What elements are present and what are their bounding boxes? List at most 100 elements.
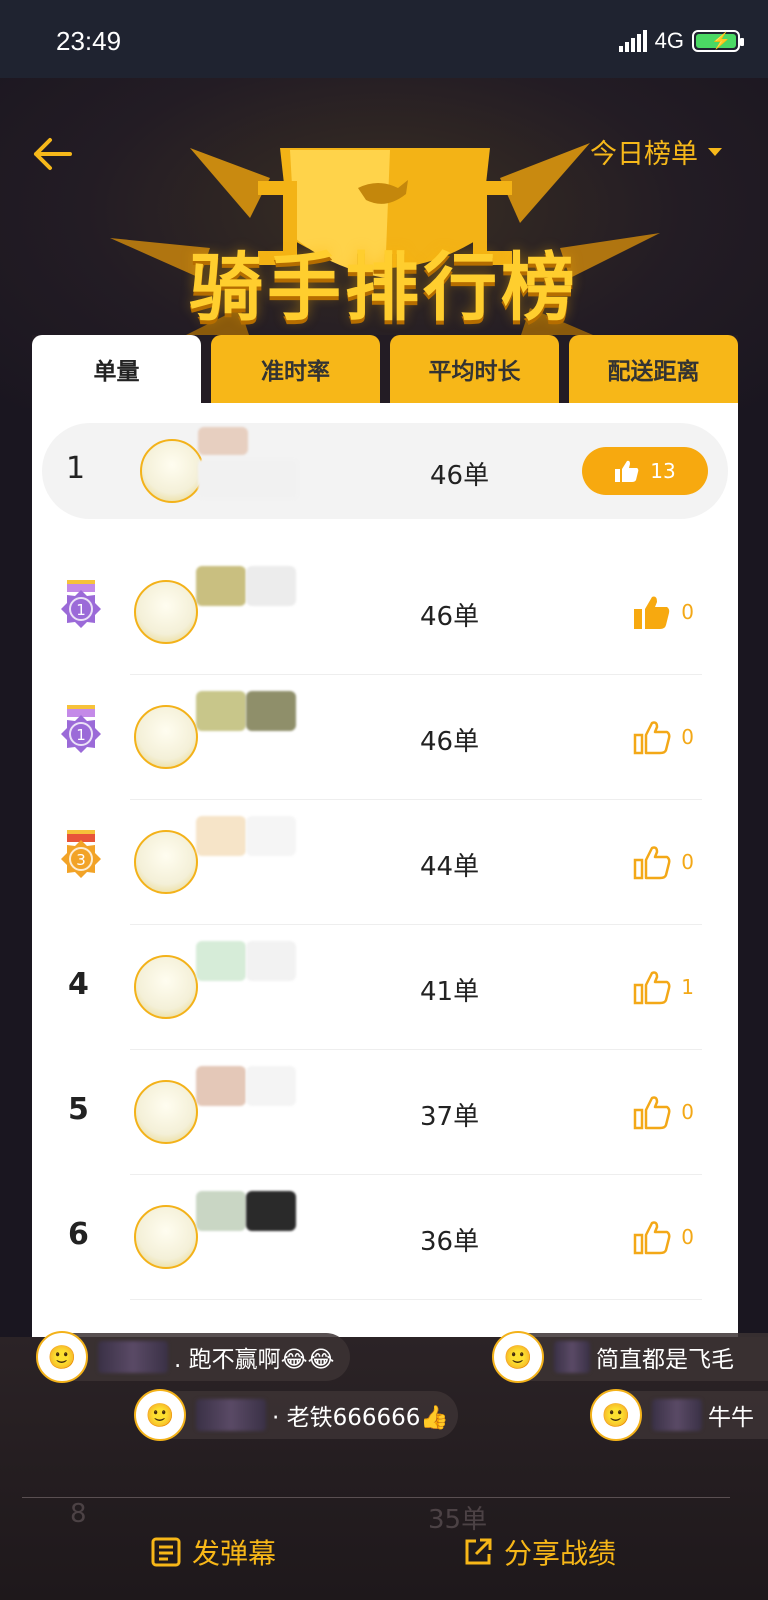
rider-name-blurred bbox=[196, 941, 246, 981]
leaderboard-row: 1 46单 0 bbox=[32, 675, 738, 800]
leaderboard-row: 4 41单 1 bbox=[32, 925, 738, 1050]
send-danmaku-button[interactable]: 发弹幕 bbox=[150, 1532, 276, 1572]
tab-orders[interactable]: 单量 bbox=[32, 335, 201, 403]
thumbs-up-outline-icon bbox=[634, 846, 671, 880]
status-time: 23:49 bbox=[56, 26, 122, 56]
like-count: 0 bbox=[681, 725, 694, 749]
back-arrow-icon[interactable] bbox=[30, 134, 74, 174]
danmaku-icon bbox=[151, 1537, 181, 1567]
medal-rank: 1 bbox=[76, 726, 86, 744]
like-button[interactable]: 0 bbox=[633, 1219, 694, 1255]
rider-name-blurred bbox=[196, 1191, 246, 1231]
like-button[interactable]: 0 bbox=[633, 1094, 694, 1130]
leaderboard-row: 1 46单 0 bbox=[32, 550, 738, 675]
tab-delivery-distance[interactable]: 配送距离 bbox=[569, 335, 738, 403]
rider-name-blurred-2 bbox=[246, 1191, 296, 1231]
danmaku-user-blurred bbox=[98, 1341, 168, 1373]
rider-name-blurred-2 bbox=[246, 566, 296, 606]
danmaku-text: 简直都是飞毛 bbox=[596, 1347, 734, 1373]
leaderboard-row: 3 44单 0 bbox=[32, 800, 738, 925]
rider-name-blurred-2 bbox=[246, 1066, 296, 1106]
share-label: 分享战绩 bbox=[504, 1537, 617, 1570]
tab-on-time-rate[interactable]: 准时率 bbox=[211, 335, 380, 403]
like-count: 1 bbox=[681, 975, 694, 999]
like-count: 0 bbox=[681, 850, 694, 874]
avatar bbox=[140, 439, 204, 503]
danmaku-item: 🙂 . 跑不赢啊😂😂 bbox=[36, 1331, 350, 1383]
medal-icon: 3 bbox=[61, 830, 101, 878]
medal-icon: 1 bbox=[61, 705, 101, 753]
order-count: 36单 bbox=[420, 1227, 480, 1257]
avatar bbox=[134, 1205, 198, 1269]
danmaku-text: . 跑不赢啊😂😂 bbox=[174, 1347, 335, 1373]
leaderboard-panel: 单量 准时率 平均时长 配送距离 1 46单 13 1 46单 0 1 46单 … bbox=[32, 335, 738, 1345]
rider-name-blurred bbox=[196, 566, 246, 606]
thumbs-up-outline-icon bbox=[634, 1221, 671, 1255]
danmaku-item: 🙂 牛牛 bbox=[590, 1389, 768, 1441]
like-count: 0 bbox=[681, 1100, 694, 1124]
like-button[interactable]: 0 bbox=[633, 594, 694, 630]
signal-icon bbox=[618, 30, 647, 52]
like-button[interactable]: 1 bbox=[633, 969, 694, 1005]
my-rank-number: 1 bbox=[66, 451, 86, 486]
share-icon bbox=[465, 1538, 492, 1565]
order-count: 44单 bbox=[420, 852, 480, 882]
status-icons: 4G ⚡ bbox=[618, 28, 744, 54]
thumbs-up-outline-icon bbox=[634, 971, 671, 1005]
rider-name-blurred-2 bbox=[246, 691, 296, 731]
avatar bbox=[134, 705, 198, 769]
thumbs-up-icon bbox=[615, 460, 639, 482]
partial-row-rank: 8 bbox=[70, 1499, 87, 1529]
medal-rank: 3 bbox=[76, 851, 86, 869]
thumbs-up-icon bbox=[634, 596, 670, 629]
rider-name-blurred-2 bbox=[198, 459, 298, 499]
leaderboard-row: 6 36单 0 bbox=[32, 1175, 738, 1300]
rider-name-blurred bbox=[196, 1066, 246, 1106]
like-button[interactable]: 13 bbox=[582, 447, 708, 495]
rider-name-blurred bbox=[196, 816, 246, 856]
my-rank-row: 1 46单 13 bbox=[42, 423, 728, 519]
rider-avatar-icon: 🙂 bbox=[134, 1389, 186, 1441]
avatar bbox=[134, 955, 198, 1019]
danmaku-item: 🙂 简直都是飞毛 bbox=[492, 1331, 768, 1383]
rider-name-blurred bbox=[198, 427, 248, 455]
medal-rank: 1 bbox=[76, 601, 86, 619]
tab-average-duration[interactable]: 平均时长 bbox=[390, 335, 559, 403]
rider-name-blurred bbox=[196, 691, 246, 731]
danmaku-text: · 老铁666666👍 bbox=[272, 1405, 450, 1431]
bottom-bar: 🙂 . 跑不赢啊😂😂 🙂 简直都是飞毛 🙂 · 老铁666666👍 🙂 牛牛 8… bbox=[0, 1331, 768, 1600]
like-count: 13 bbox=[650, 459, 676, 483]
danmaku-item: 🙂 · 老铁666666👍 bbox=[134, 1389, 458, 1441]
avatar bbox=[134, 1080, 198, 1144]
rank-number: 4 bbox=[68, 967, 89, 1002]
network-label: 4G bbox=[654, 28, 684, 53]
rider-avatar-icon: 🙂 bbox=[492, 1331, 544, 1383]
medal-icon: 1 bbox=[61, 580, 101, 628]
tab-bar: 单量 准时率 平均时长 配送距离 bbox=[32, 335, 738, 403]
like-button[interactable]: 0 bbox=[633, 719, 694, 755]
rider-avatar-icon: 🙂 bbox=[36, 1331, 88, 1383]
rank-number: 6 bbox=[68, 1217, 89, 1252]
danmaku-text: 牛牛 bbox=[708, 1405, 754, 1431]
danmaku-user-blurred bbox=[196, 1399, 266, 1431]
caret-down-icon bbox=[708, 147, 722, 156]
page-title: 骑手排行榜 bbox=[189, 245, 579, 331]
rider-name-blurred-2 bbox=[246, 816, 296, 856]
status-bar: 23:49 4G ⚡ bbox=[0, 0, 768, 78]
thumbs-up-outline-icon bbox=[634, 1096, 671, 1130]
order-count: 37单 bbox=[420, 1102, 480, 1132]
like-count: 0 bbox=[681, 1225, 694, 1249]
order-count: 46单 bbox=[430, 461, 490, 491]
avatar bbox=[134, 830, 198, 894]
share-button[interactable]: 分享战绩 bbox=[462, 1532, 616, 1572]
like-count: 0 bbox=[681, 600, 694, 624]
like-button[interactable]: 0 bbox=[633, 844, 694, 880]
order-count: 46单 bbox=[420, 727, 480, 757]
order-count: 46单 bbox=[420, 602, 480, 632]
battery-icon: ⚡ bbox=[692, 30, 744, 52]
thumbs-up-outline-icon bbox=[634, 721, 671, 755]
divider bbox=[22, 1497, 730, 1498]
leaderboard-row: 5 37单 0 bbox=[32, 1050, 738, 1175]
send-danmaku-label: 发弹幕 bbox=[192, 1537, 277, 1570]
rank-number: 5 bbox=[68, 1092, 89, 1127]
